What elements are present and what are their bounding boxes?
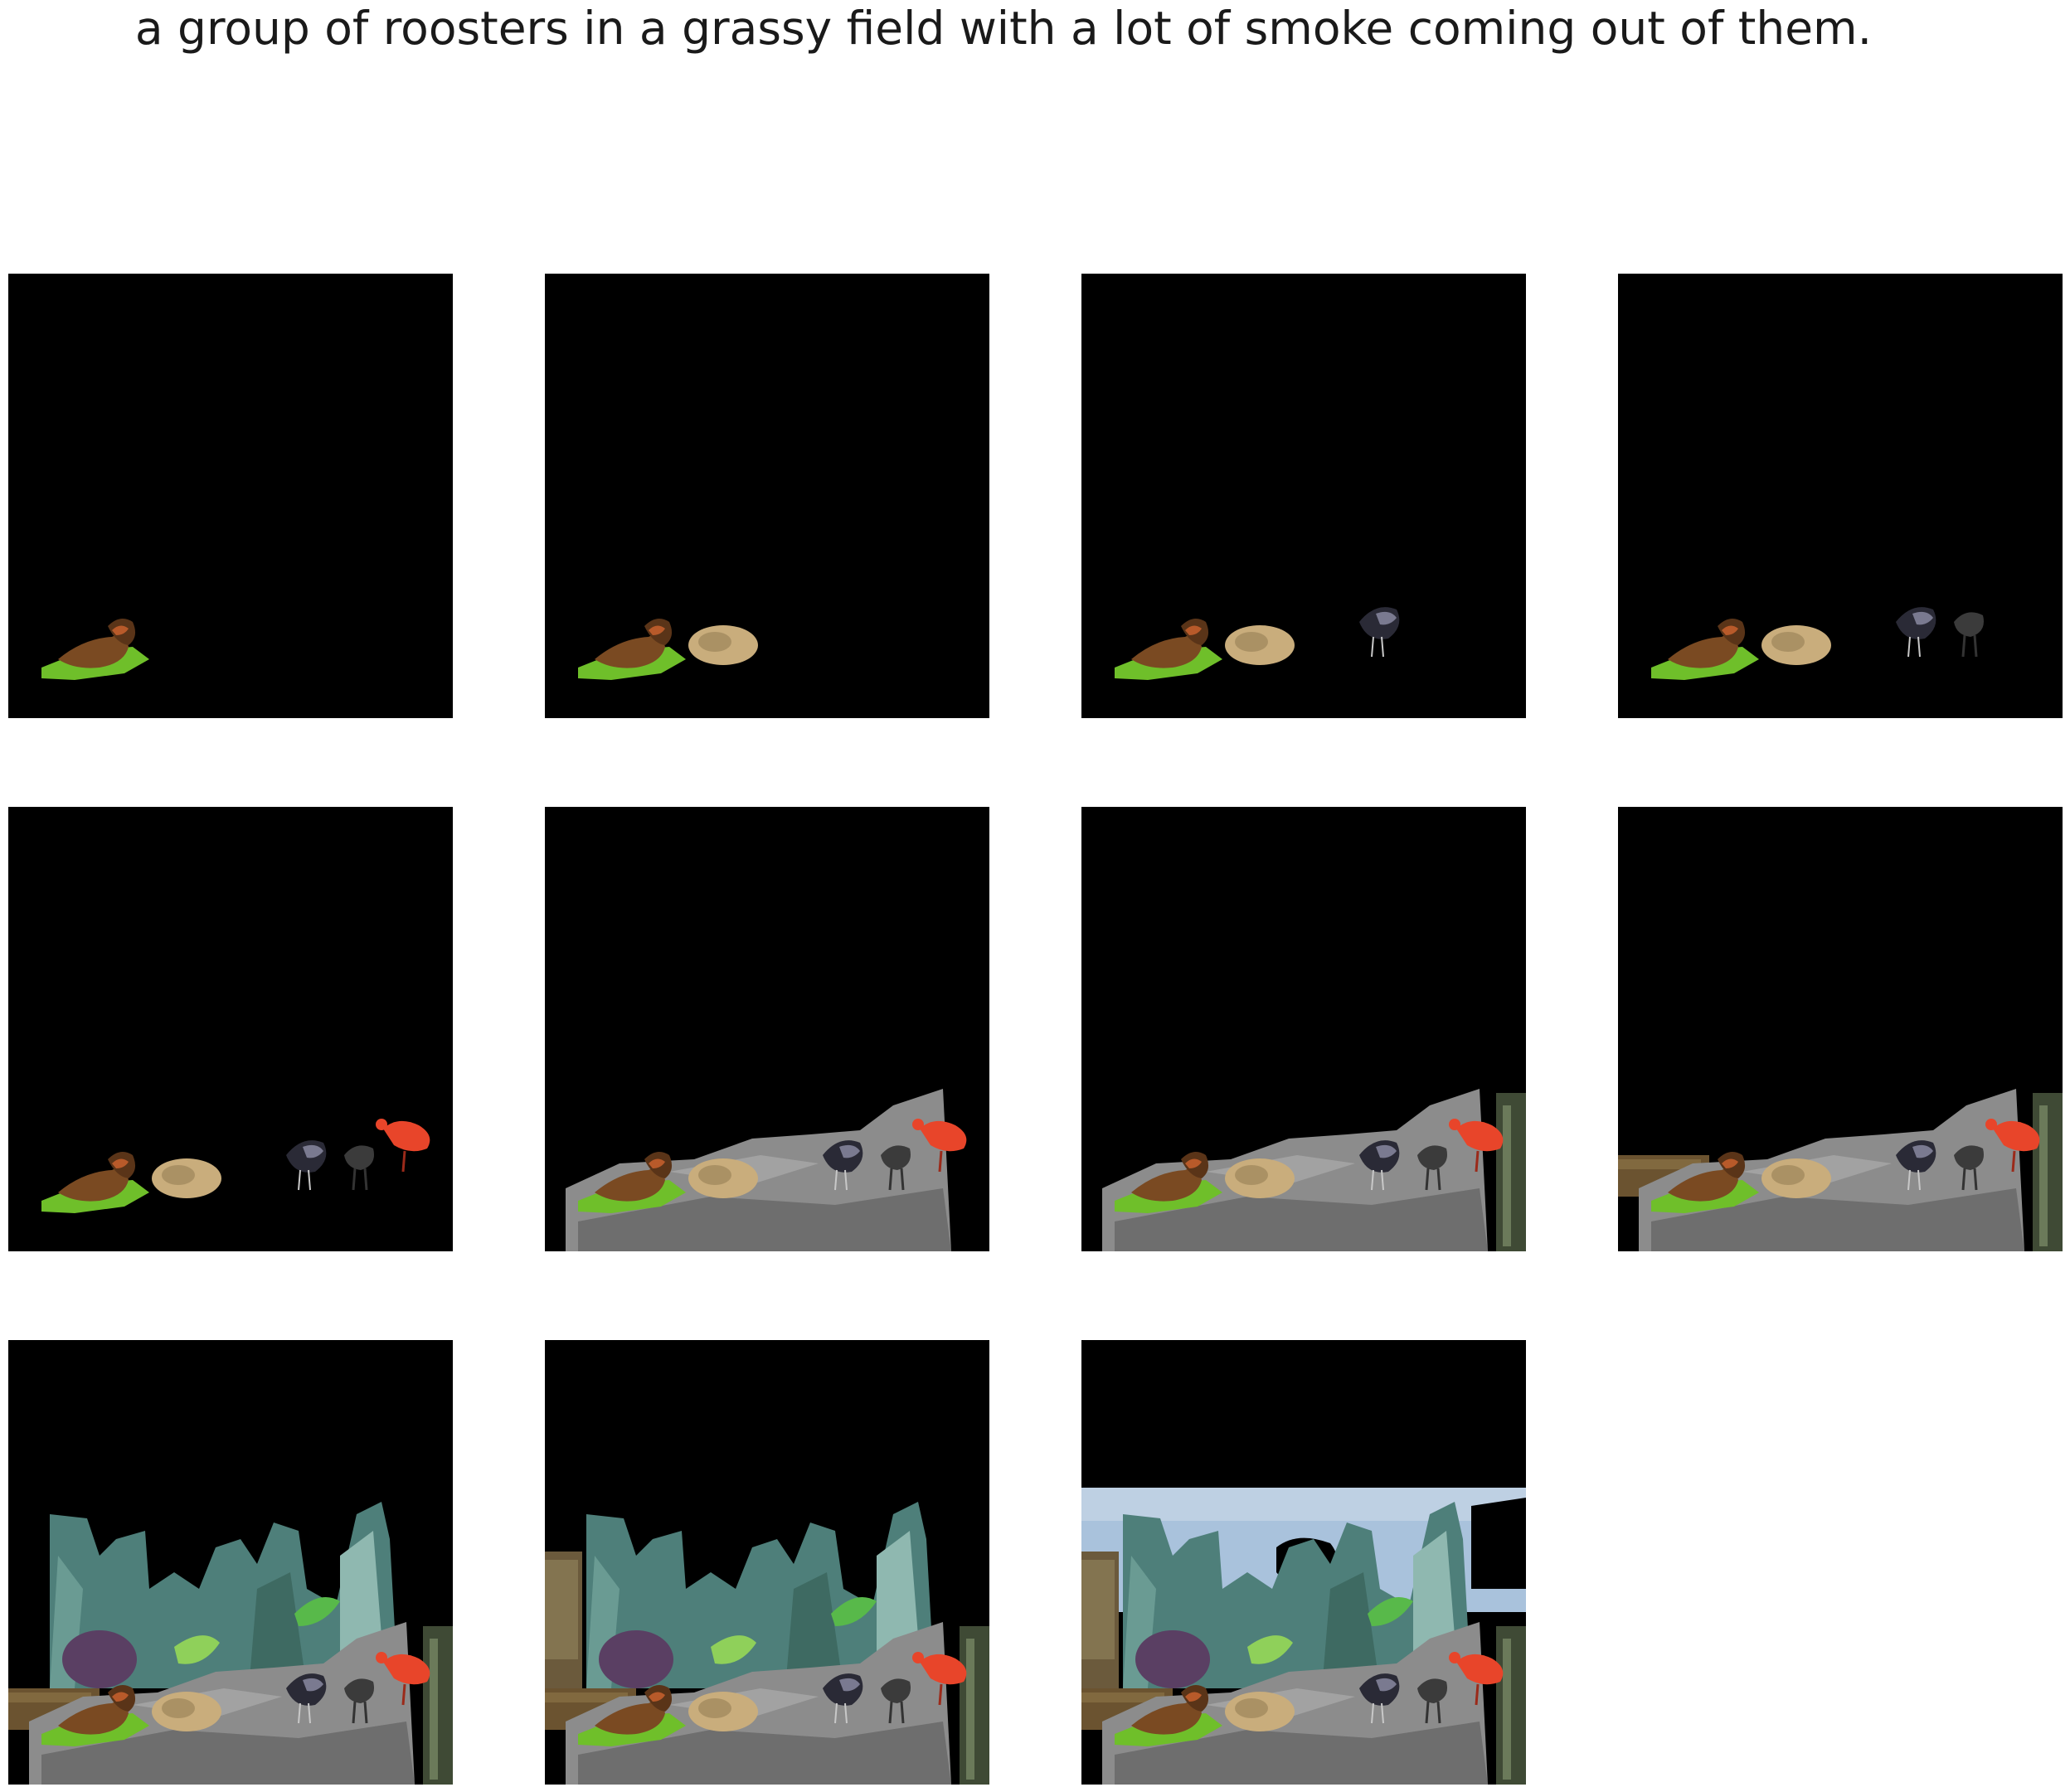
panel-9 [8, 1340, 453, 1785]
panel-6-canvas [545, 807, 989, 1251]
right-strip [1496, 1093, 1526, 1251]
panel-4-canvas [1618, 274, 2063, 718]
tan-bird [688, 1692, 758, 1731]
panel-3-canvas [1081, 274, 1526, 718]
caption: a group of roosters in a grassy field wi… [134, 2, 1873, 55]
panel-11-canvas [1081, 1340, 1526, 1785]
panel-5 [8, 807, 453, 1251]
panel-11 [1081, 1340, 1526, 1785]
panel-1-canvas [8, 274, 453, 718]
panel-2 [545, 274, 989, 718]
tan-bird [1761, 625, 1831, 665]
panel-4 [1618, 274, 2063, 718]
panel-8-canvas [1618, 807, 2063, 1251]
panel-7 [1081, 807, 1526, 1251]
panel-8 [1618, 807, 2063, 1251]
panel-5-canvas [8, 807, 453, 1251]
right-strip [1496, 1626, 1526, 1785]
tan-bird [1225, 625, 1295, 665]
panel-1 [8, 274, 453, 718]
panel-3 [1081, 274, 1526, 718]
tan-bird [1225, 1158, 1295, 1198]
panel-6 [545, 807, 989, 1251]
tan-bird [688, 1158, 758, 1198]
right-strip [2033, 1093, 2063, 1251]
panel-10 [545, 1340, 989, 1785]
left-tree-patch [1081, 1552, 1119, 1701]
panel-9-canvas [8, 1340, 453, 1785]
tan-bird [1761, 1158, 1831, 1198]
tan-bird [152, 1158, 221, 1198]
tan-bird [688, 625, 758, 665]
left-tree-patch [545, 1552, 582, 1701]
panel-7-canvas [1081, 807, 1526, 1251]
panel-2-canvas [545, 274, 989, 718]
right-strip [423, 1626, 453, 1785]
tan-bird [1225, 1692, 1295, 1731]
tan-bird [152, 1692, 221, 1731]
panel-10-canvas [545, 1340, 989, 1785]
right-strip [960, 1626, 989, 1785]
